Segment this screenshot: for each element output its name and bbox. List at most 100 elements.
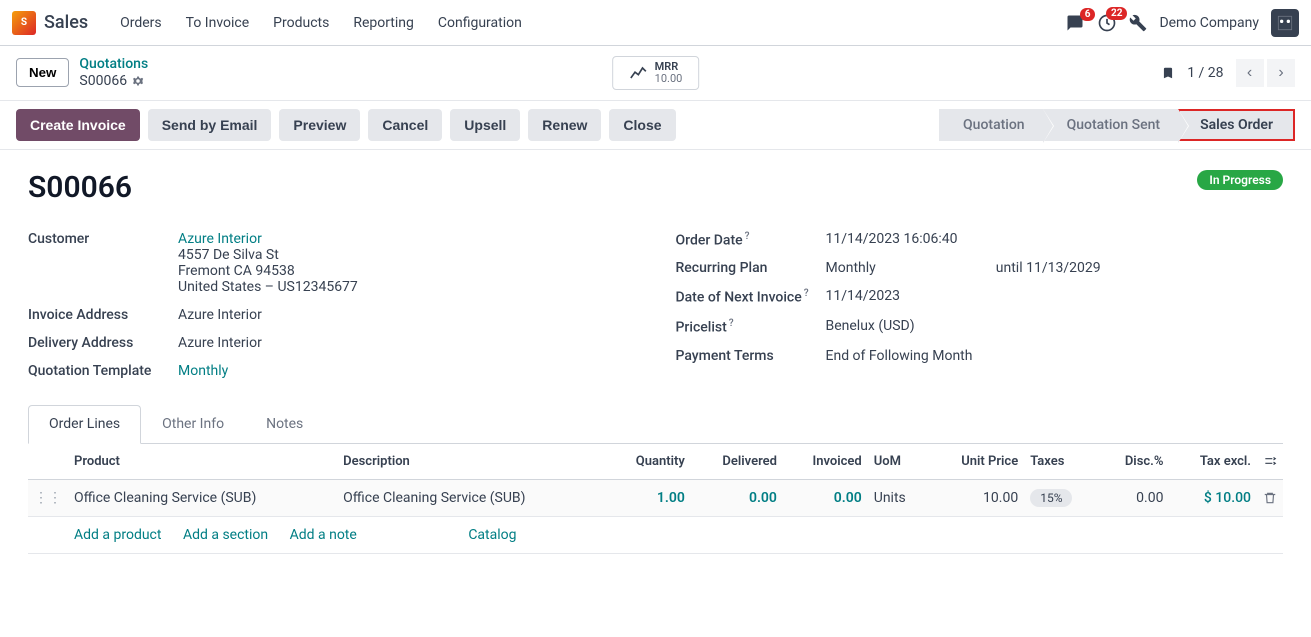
order-lines-table: Product Description Quantity Delivered I… xyxy=(28,444,1283,554)
form-sheet: S00066 In Progress Customer Azure Interi… xyxy=(0,150,1311,574)
form-right-col: Order Date? 11/14/2023 16:06:40 Recurrin… xyxy=(676,225,1284,385)
until-date[interactable]: 11/13/2029 xyxy=(1026,260,1101,276)
cell-quantity[interactable]: 1.00 xyxy=(606,479,691,516)
debug-icon[interactable] xyxy=(1129,14,1147,32)
settings-icon[interactable] xyxy=(1263,454,1277,468)
status-badge: In Progress xyxy=(1197,170,1283,190)
cell-uom[interactable]: Units xyxy=(868,479,929,516)
cell-disc[interactable]: 0.00 xyxy=(1099,479,1169,516)
breadcrumb-root[interactable]: Quotations xyxy=(79,56,148,73)
next-inv-date[interactable]: 11/14/2023 xyxy=(826,288,901,304)
nav-reporting[interactable]: Reporting xyxy=(341,15,426,31)
create-invoice-button[interactable]: Create Invoice xyxy=(16,109,140,141)
app-icon[interactable]: S xyxy=(12,11,36,35)
pager-count[interactable]: 1 / 28 xyxy=(1187,65,1223,81)
add-product-link[interactable]: Add a product xyxy=(74,527,161,543)
cell-product[interactable]: Office Cleaning Service (SUB) xyxy=(68,479,337,516)
until-label: until xyxy=(996,260,1023,276)
recurring-plan[interactable]: Monthly xyxy=(826,260,876,276)
messages-count: 6 xyxy=(1080,8,1096,21)
preview-button[interactable]: Preview xyxy=(279,109,360,141)
table-row[interactable]: ⋮⋮ Office Cleaning Service (SUB) Office … xyxy=(28,479,1283,516)
invoice-addr-label: Invoice Address xyxy=(28,307,178,323)
nav-orders[interactable]: Orders xyxy=(108,15,174,31)
app-name[interactable]: Sales xyxy=(44,12,88,33)
gear-icon[interactable] xyxy=(131,74,145,88)
th-uom[interactable]: UoM xyxy=(868,444,929,480)
activities-icon[interactable]: 22 xyxy=(1097,13,1117,33)
th-delivered[interactable]: Delivered xyxy=(691,444,783,480)
cell-tax[interactable]: 15% xyxy=(1030,489,1072,507)
th-invoiced[interactable]: Invoiced xyxy=(783,444,868,480)
delivery-addr-label: Delivery Address xyxy=(28,335,178,351)
status-steps: Quotation Quotation Sent Sales Order xyxy=(939,109,1295,141)
pricelist[interactable]: Benelux (USD) xyxy=(826,318,915,334)
invoice-addr[interactable]: Azure Interior xyxy=(178,307,262,323)
next-inv-label: Date of Next Invoice xyxy=(676,290,802,306)
company-name[interactable]: Demo Company xyxy=(1159,15,1259,31)
payterm-label: Payment Terms xyxy=(676,348,826,364)
step-quotation-sent[interactable]: Quotation Sent xyxy=(1043,109,1178,141)
catalog-link[interactable]: Catalog xyxy=(468,527,516,543)
tab-order-lines[interactable]: Order Lines xyxy=(28,405,141,444)
nav-configuration[interactable]: Configuration xyxy=(426,15,534,31)
nav-products[interactable]: Products xyxy=(261,15,341,31)
quote-tmpl-label: Quotation Template xyxy=(28,363,178,379)
top-nav: S Sales Orders To Invoice Products Repor… xyxy=(0,0,1311,46)
help-icon[interactable]: ? xyxy=(729,318,734,329)
th-product[interactable]: Product xyxy=(68,444,337,480)
help-icon[interactable]: ? xyxy=(804,288,809,299)
form-left-col: Customer Azure Interior 4557 De Silva St… xyxy=(28,225,636,385)
record-title: S00066 xyxy=(28,170,132,205)
breadcrumb-current: S00066 xyxy=(79,73,127,90)
nav-to-invoice[interactable]: To Invoice xyxy=(174,15,262,31)
cell-delivered[interactable]: 0.00 xyxy=(691,479,783,516)
pager-prev-button[interactable]: ‹ xyxy=(1236,59,1264,87)
th-disc[interactable]: Disc.% xyxy=(1099,444,1169,480)
th-tax-excl[interactable]: Tax excl. xyxy=(1169,444,1257,480)
step-sales-order[interactable]: Sales Order xyxy=(1178,109,1295,141)
cell-description[interactable]: Office Cleaning Service (SUB) xyxy=(337,479,606,516)
mrr-value: 10.00 xyxy=(655,73,683,85)
payterm[interactable]: End of Following Month xyxy=(826,348,973,364)
breadcrumb: Quotations S00066 xyxy=(79,56,148,90)
quote-tmpl-link[interactable]: Monthly xyxy=(178,363,228,379)
th-taxes[interactable]: Taxes xyxy=(1024,444,1099,480)
renew-button[interactable]: Renew xyxy=(528,109,601,141)
messages-icon[interactable]: 6 xyxy=(1065,14,1085,32)
new-button[interactable]: New xyxy=(16,58,69,87)
close-button[interactable]: Close xyxy=(609,109,675,141)
cell-tax-excl: $ 10.00 xyxy=(1169,479,1257,516)
delete-row-icon[interactable] xyxy=(1257,479,1283,516)
delivery-addr[interactable]: Azure Interior xyxy=(178,335,262,351)
pricelist-label: Pricelist xyxy=(676,320,727,336)
mrr-stat[interactable]: MRR 10.00 xyxy=(612,56,700,90)
drag-handle-icon[interactable]: ⋮⋮ xyxy=(28,479,68,516)
order-date-label: Order Date xyxy=(676,232,743,248)
customer-link[interactable]: Azure Interior xyxy=(178,231,262,247)
step-quotation[interactable]: Quotation xyxy=(939,109,1043,141)
tabs: Order Lines Other Info Notes xyxy=(28,405,1283,444)
activities-count: 22 xyxy=(1106,7,1127,20)
help-icon[interactable]: ? xyxy=(745,231,750,242)
cancel-button[interactable]: Cancel xyxy=(368,109,442,141)
tab-notes[interactable]: Notes xyxy=(245,405,324,443)
th-quantity[interactable]: Quantity xyxy=(606,444,691,480)
add-section-link[interactable]: Add a section xyxy=(183,527,268,543)
send-email-button[interactable]: Send by Email xyxy=(148,109,272,141)
customer-addr2: Fremont CA 94538 xyxy=(178,263,295,279)
order-date[interactable]: 11/14/2023 16:06:40 xyxy=(826,231,958,247)
customer-label: Customer xyxy=(28,231,178,247)
pager-next-button[interactable]: › xyxy=(1267,59,1295,87)
cell-invoiced[interactable]: 0.00 xyxy=(783,479,868,516)
cell-unit-price[interactable]: 10.00 xyxy=(929,479,1024,516)
upsell-button[interactable]: Upsell xyxy=(450,109,520,141)
tab-other-info[interactable]: Other Info xyxy=(141,405,245,443)
user-avatar[interactable] xyxy=(1271,9,1299,37)
customer-addr1: 4557 De Silva St xyxy=(178,247,279,263)
recurring-label: Recurring Plan xyxy=(676,260,826,276)
th-description[interactable]: Description xyxy=(337,444,606,480)
add-note-link[interactable]: Add a note xyxy=(290,527,357,543)
bookmark-icon[interactable] xyxy=(1161,64,1175,82)
th-unit-price[interactable]: Unit Price xyxy=(929,444,1024,480)
